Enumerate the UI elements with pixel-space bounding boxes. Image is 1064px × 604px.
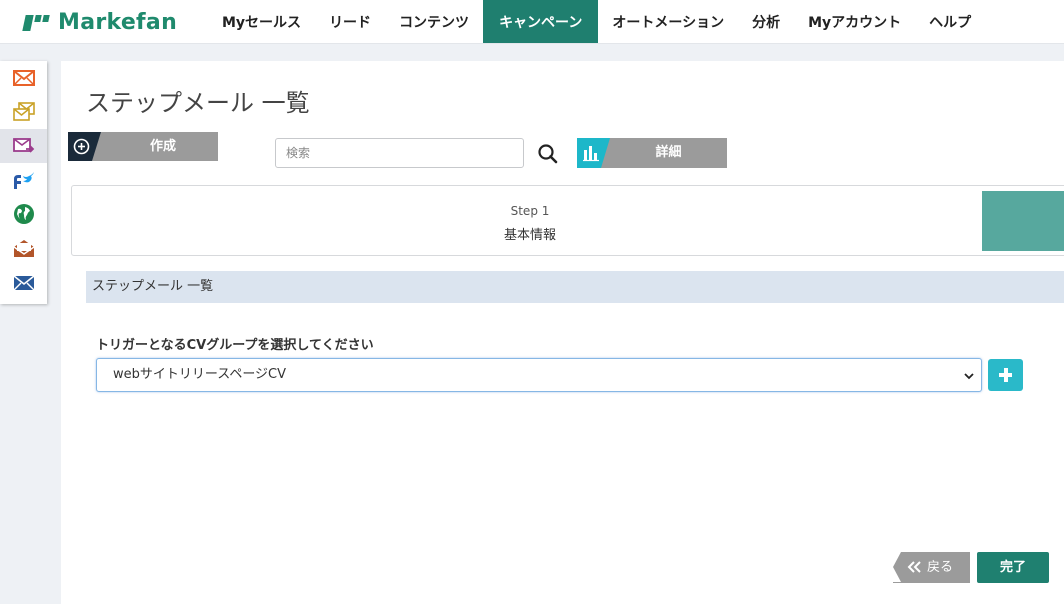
bar-chart-icon	[583, 146, 599, 162]
sidebar-item-campaign-mail[interactable]	[0, 265, 47, 299]
main-nav: Myセールス リード コンテンツ キャンペーン オートメーション 分析 Myアカ…	[208, 0, 985, 43]
step-indicator: Step 1 基本情報	[71, 185, 1064, 256]
brand-name: Markefan	[58, 9, 178, 35]
step-mail-icon	[12, 138, 34, 153]
cv-group-selected-value: webサイトリリースページCV	[113, 367, 287, 382]
globe-icon	[13, 204, 34, 224]
detail-button-label: 詳細	[655, 145, 682, 160]
cv-group-field-label: トリガーとなるCVグループを選択してください	[96, 338, 374, 353]
top-navbar: Markefan Myセールス リード コンテンツ キャンペーン オートメーショ…	[0, 0, 1064, 44]
step-name: 基本情報	[503, 228, 556, 243]
multi-mail-icon	[12, 102, 35, 121]
create-button[interactable]: 作成	[68, 132, 218, 161]
detail-button[interactable]: 詳細	[577, 138, 727, 168]
done-button[interactable]: 完了	[977, 552, 1049, 583]
chevron-down-icon	[964, 373, 974, 380]
create-button-label: 作成	[149, 139, 176, 154]
back-button[interactable]: 戻る	[893, 552, 970, 583]
back-button-label: 戻る	[927, 560, 954, 575]
sidebar-item-mail[interactable]	[0, 61, 47, 95]
campaign-mail-icon	[13, 275, 34, 291]
brand-logo[interactable]: Markefan	[22, 6, 178, 38]
sidebar-item-step-mail[interactable]	[0, 129, 47, 163]
nav-item-automation[interactable]: オートメーション	[598, 0, 738, 43]
nav-item-campaign[interactable]: キャンペーン	[483, 0, 599, 43]
cv-group-select[interactable]: webサイトリリースページCV	[96, 358, 982, 392]
step-number: Step 1	[510, 204, 550, 218]
double-chevron-left-icon	[907, 561, 921, 573]
social-icon	[13, 172, 34, 189]
page-title: ステップメール 一覧	[86, 89, 310, 117]
nav-item-my-sales[interactable]: Myセールス	[208, 0, 315, 43]
step-next-block	[982, 191, 1064, 251]
nav-item-help[interactable]: ヘルプ	[915, 0, 985, 43]
nav-item-analytics[interactable]: 分析	[738, 0, 794, 43]
logo-mark-icon	[22, 12, 54, 32]
campaign-sidebar	[0, 61, 47, 304]
nav-item-contents[interactable]: コンテンツ	[385, 0, 483, 43]
plus-circle-icon	[73, 138, 90, 155]
sidebar-item-open-mail[interactable]	[0, 231, 47, 265]
mail-icon	[12, 70, 35, 86]
main-panel: ステップメール 一覧 作成 詳細 Step 1 基本情報 ステップメール 一覧 …	[61, 61, 1064, 604]
sidebar-item-social[interactable]	[0, 163, 47, 197]
sidebar-item-web[interactable]	[0, 197, 47, 231]
search-icon[interactable]	[537, 143, 559, 165]
sidebar-item-multi-mail[interactable]	[0, 95, 47, 129]
open-mail-icon	[13, 240, 34, 257]
search-input[interactable]	[275, 138, 524, 168]
section-header: ステップメール 一覧	[86, 271, 1064, 303]
nav-item-my-account[interactable]: Myアカウント	[794, 0, 915, 43]
add-cv-group-button[interactable]	[988, 359, 1023, 391]
nav-item-leads[interactable]: リード	[315, 0, 385, 43]
